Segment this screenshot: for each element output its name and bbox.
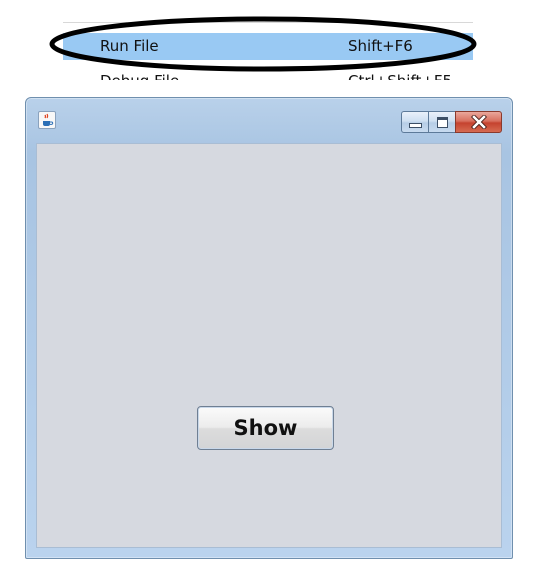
minimize-icon (408, 122, 422, 128)
menu-item-run-file[interactable]: Run File Shift+F6 (63, 33, 473, 60)
maximize-icon (436, 116, 448, 128)
application-window: Show (25, 97, 513, 559)
menu-separator (63, 22, 473, 23)
java-cup-icon[interactable] (38, 111, 56, 129)
menu-item-label: Debug File (100, 72, 179, 80)
menu-item-debug-file[interactable]: Debug File Ctrl+Shift+F5 (63, 72, 473, 80)
close-icon (470, 115, 487, 129)
show-button[interactable]: Show (197, 406, 334, 450)
caption-buttons (401, 111, 502, 133)
maximize-button[interactable] (428, 111, 455, 133)
context-menu-crop: Run File Shift+F6 Debug File Ctrl+Shift+… (63, 10, 473, 80)
content-panel: Show (36, 143, 502, 548)
menu-item-label: Run File (100, 37, 159, 55)
menu-item-shortcut: Ctrl+Shift+F5 (348, 72, 452, 80)
close-button[interactable] (455, 111, 502, 133)
title-bar[interactable] (26, 98, 512, 142)
menu-item-shortcut: Shift+F6 (348, 37, 413, 55)
minimize-button[interactable] (401, 111, 428, 133)
